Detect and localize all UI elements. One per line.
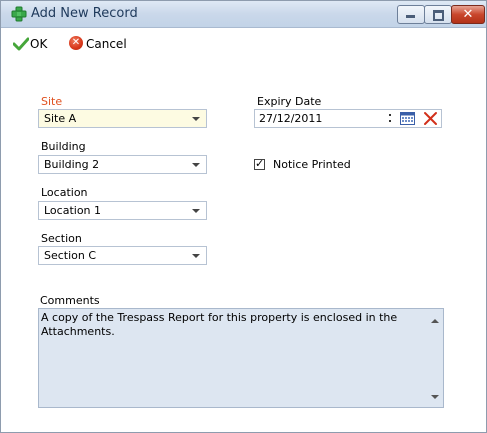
maximize-icon [433,10,444,21]
expiry-date-value: 27/12/2011 [259,112,323,125]
building-value: Building 2 [44,158,100,171]
chevron-down-icon [192,254,200,258]
maximize-button[interactable] [424,5,452,24]
calendar-icon[interactable] [400,112,415,125]
section-label: Section [41,232,82,245]
comments-scrollbar[interactable] [427,309,443,407]
building-dropdown[interactable]: Building 2 [38,155,207,174]
add-record-icon [11,6,27,22]
chevron-down-icon [192,163,200,167]
cancel-icon: ✕ [69,36,83,50]
notice-printed-label: Notice Printed [273,158,351,171]
checkmark-icon: ✓ [255,157,265,170]
section-dropdown[interactable]: Section C [38,246,207,265]
minimize-button[interactable] [397,5,425,24]
scroll-down-icon[interactable] [431,395,439,399]
window-title: Add New Record [31,6,138,21]
chevron-down-icon [192,209,200,213]
close-button[interactable]: ✕ [451,5,485,24]
location-dropdown[interactable]: Location 1 [38,201,207,220]
section-value: Section C [44,249,97,262]
site-label: Site [41,95,63,108]
scroll-up-icon[interactable] [431,319,439,323]
site-dropdown[interactable]: Site A [38,109,207,128]
comments-text: A copy of the Trespass Report for this p… [41,311,398,338]
chevron-down-icon [192,117,200,121]
toolbar: OK ✕ Cancel [1,28,486,59]
close-icon: ✕ [462,7,474,22]
ok-button[interactable]: OK [13,36,53,52]
location-value: Location 1 [44,204,102,217]
expiry-date-label: Expiry Date [257,95,322,108]
date-spinner-icon[interactable] [388,112,394,125]
comments-label: Comments [40,294,100,307]
cancel-button[interactable]: ✕ Cancel [69,36,139,52]
ok-label: OK [30,37,48,51]
comments-textarea[interactable]: A copy of the Trespass Report for this p… [38,308,444,408]
location-label: Location [41,186,88,199]
add-record-dialog: Add New Record ✕ OK ✕ Cancel Site Site A… [0,0,487,433]
expiry-date-input[interactable]: 27/12/2011 [254,109,442,128]
site-value: Site A [44,112,77,125]
building-label: Building [41,140,86,153]
notice-printed-checkbox[interactable]: ✓ [254,157,265,170]
clear-date-icon[interactable] [423,111,438,126]
cancel-label: Cancel [86,37,127,51]
title-bar: Add New Record ✕ [1,1,486,28]
minimize-icon [406,15,415,18]
checkmark-icon [13,37,29,51]
